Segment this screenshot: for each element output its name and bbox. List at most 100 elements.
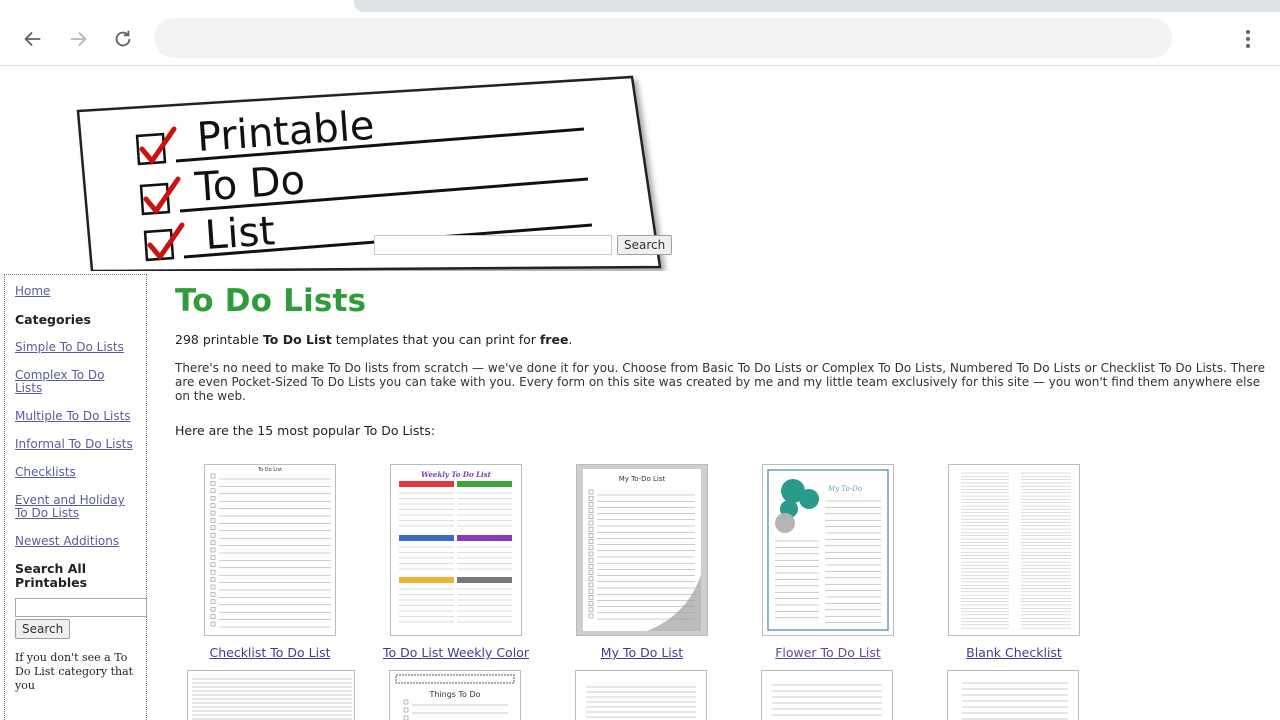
forward-button[interactable]: [63, 24, 93, 54]
thumb-rows: [210, 473, 331, 628]
thumb-checkbox: [210, 569, 216, 575]
thumb-checkbox: [210, 495, 216, 501]
thumb-checkbox: [210, 488, 216, 494]
thumb-checkbox: [210, 525, 216, 531]
kebab-menu-icon: [1246, 30, 1250, 48]
intro-text: 298 printable To Do List templates that …: [175, 333, 1280, 347]
thumb-checkbox: [210, 473, 216, 479]
sidebar-link-checklists[interactable]: Checklists: [15, 466, 135, 479]
thumb-checkbox: [210, 614, 216, 619]
thumb-rows: [961, 472, 1071, 629]
popular-card[interactable]: My To-Do Flower To Do List: [743, 464, 913, 660]
thumb-checkbox: [210, 532, 216, 538]
thumb-rows: [962, 682, 1068, 720]
intro-mid: printable: [198, 332, 263, 347]
popular-heading: Here are the 15 most popular To Do Lists…: [175, 423, 436, 438]
thumb-rows: [403, 699, 508, 720]
thumb-rows: [772, 684, 882, 716]
logo-line-3: List: [203, 208, 276, 259]
search-all-heading: Search All Printables: [15, 561, 88, 590]
popular-link-my-to-do[interactable]: My To Do List: [557, 645, 727, 660]
intro-bold: To Do List: [262, 332, 332, 347]
thumb-checkbox: [403, 715, 409, 720]
intro-end: .: [568, 332, 573, 347]
thumbnail-row2-5[interactable]: [947, 670, 1079, 720]
thumb-rows: [586, 686, 696, 718]
popular-card[interactable]: Blank Checklist: [929, 464, 1099, 660]
intro-rest: templates that you can print for: [331, 332, 540, 347]
thumb-checkbox: [210, 518, 216, 523]
thumb-checkbox: [210, 547, 216, 553]
thumb-checkbox: [210, 510, 216, 516]
header-search-input[interactable]: [374, 235, 612, 255]
page-viewport: Printable To Do List Search Home Categor…: [0, 67, 1280, 720]
thumbnail-blank-checklist[interactable]: [948, 464, 1080, 636]
thumbnail-my-to-do[interactable]: My To-Do List: [576, 464, 708, 636]
categories-heading: Categories: [15, 312, 91, 327]
tab-strip: [0, 0, 1280, 12]
arrow-left-icon: [24, 31, 41, 47]
thumb-title: Weekly To Do List: [421, 470, 491, 479]
browser-menu-button[interactable]: [1234, 24, 1262, 54]
thumb-checkbox: [210, 584, 216, 590]
sidebar: Home Categories Simple To Do Lists Compl…: [4, 274, 147, 720]
thumb-title: Things To Do: [428, 690, 480, 699]
popular-link-checklist[interactable]: Checklist To Do List: [185, 645, 355, 660]
tab-bar: [354, 0, 1280, 12]
thumb-title: To Do List: [257, 467, 282, 473]
logo-line-2: To Do: [192, 157, 306, 211]
sidebar-link-event-holiday[interactable]: Event and Holiday To Do Lists: [15, 494, 135, 520]
browser-toolbar: [0, 12, 1280, 66]
thumbnail-row2-3[interactable]: [575, 670, 707, 720]
header-search-button[interactable]: Search: [617, 235, 673, 255]
popular-link-flower[interactable]: Flower To Do List: [743, 645, 913, 660]
thumb-checkbox: [210, 555, 216, 560]
reload-icon: [115, 30, 131, 47]
header-search: Search: [374, 235, 673, 255]
thumbnail-weekly-color[interactable]: Weekly To Do List: [390, 464, 522, 636]
thumbnail-row2-1[interactable]: [187, 670, 355, 720]
thumbnail-row2-4[interactable]: [761, 670, 893, 720]
sidebar-home-link[interactable]: Home: [15, 285, 135, 298]
thumb-checkbox: [210, 592, 216, 597]
popular-link-weekly-color[interactable]: To Do List Weekly Color: [371, 645, 541, 660]
thumb-title: My To-Do List: [619, 475, 666, 483]
address-bar[interactable]: [154, 18, 1172, 58]
thumb-checkbox: [403, 699, 409, 705]
sidebar-link-multiple[interactable]: Multiple To Do Lists: [15, 410, 135, 423]
sidebar-link-informal[interactable]: Informal To Do Lists: [15, 438, 135, 451]
thumb-rows: [399, 492, 512, 623]
thumbnail-row2-2[interactable]: Things To Do: [389, 670, 521, 720]
sidebar-link-simple[interactable]: Simple To Do Lists: [15, 341, 135, 354]
sidebar-link-complex[interactable]: Complex To Do Lists: [15, 369, 135, 395]
thumb-checkbox: [210, 599, 216, 605]
thumb-checkbox: [403, 707, 409, 713]
thumb-checkbox: [210, 481, 216, 486]
arrow-right-icon: [70, 31, 87, 47]
thumb-checkbox: [210, 577, 216, 582]
page-title: To Do Lists: [175, 283, 367, 319]
sidebar-search-input[interactable]: [15, 598, 147, 617]
intro-free: free: [539, 332, 569, 347]
intro-count: 298: [175, 332, 199, 347]
popular-card[interactable]: Weekly To Do List To Do List Weekly Colo…: [371, 464, 541, 660]
sidebar-link-newest[interactable]: Newest Additions: [15, 535, 135, 548]
main-content: To Do Lists 298 printable To Do List tem…: [175, 281, 1280, 720]
thumbnail-flower[interactable]: My To-Do: [762, 464, 894, 636]
thumb-checkbox: [210, 503, 216, 508]
sidebar-search-button[interactable]: Search: [15, 619, 71, 639]
popular-card[interactable]: My To-Do List My To Do List: [557, 464, 727, 660]
thumb-checkbox: [210, 540, 216, 545]
thumb-title: My To-Do: [827, 485, 862, 493]
back-button[interactable]: [18, 24, 48, 54]
thumb-checkbox: [210, 606, 216, 612]
popular-card[interactable]: To Do List Checklist To Do List: [185, 464, 355, 660]
thumb-checkbox: [210, 562, 216, 568]
description-text: There's no need to make To Do lists from…: [175, 361, 1266, 403]
sidebar-note: If you don't see a To Do List category t…: [15, 651, 134, 692]
thumb-rows: [192, 678, 352, 720]
popular-link-blank-checklist[interactable]: Blank Checklist: [929, 645, 1099, 660]
reload-button[interactable]: [108, 24, 138, 54]
thumb-checkbox: [210, 621, 216, 627]
thumbnail-checklist[interactable]: To Do List: [204, 464, 336, 636]
